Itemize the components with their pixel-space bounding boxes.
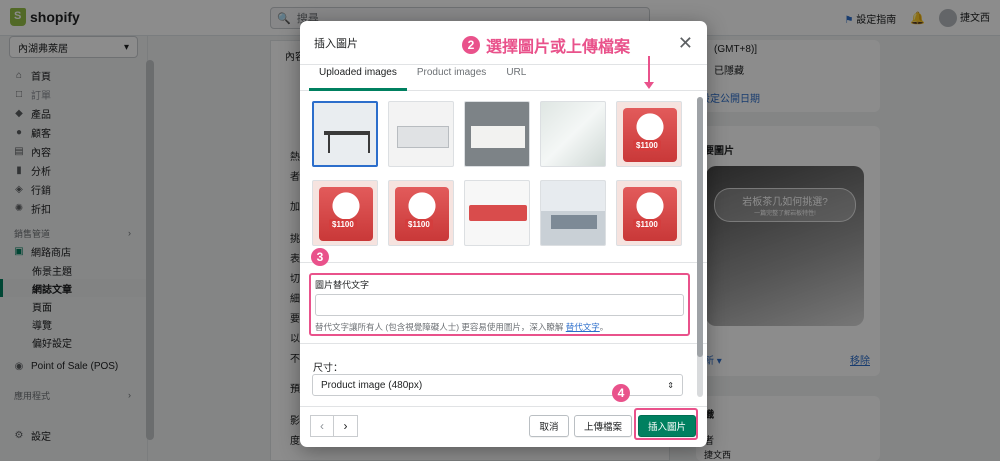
alt-text-section: 圖片替代文字 替代文字讓所有人 (包含視覺障礙人士) 更容易使用圖片，深入瞭解 … bbox=[309, 273, 690, 336]
next-page-button[interactable]: › bbox=[334, 415, 358, 437]
image-banner[interactable] bbox=[464, 180, 530, 246]
step-4-badge: 4 bbox=[612, 384, 630, 402]
upload-file-button[interactable]: 上傳檔案 bbox=[574, 415, 632, 437]
modal-scrollbar[interactable] bbox=[697, 97, 703, 397]
image-wood-cabinet[interactable] bbox=[464, 101, 530, 167]
size-label: 尺寸： bbox=[313, 363, 343, 374]
image-white-cabinet[interactable] bbox=[388, 101, 454, 167]
alt-text-input[interactable] bbox=[315, 294, 684, 316]
image-tea-table[interactable] bbox=[312, 101, 378, 167]
alt-text-label: 圖片替代文字 bbox=[315, 280, 370, 290]
image-promo-3[interactable] bbox=[388, 180, 454, 246]
image-grid bbox=[312, 101, 682, 246]
alt-help-suffix: 。 bbox=[599, 322, 609, 332]
image-room[interactable] bbox=[540, 180, 606, 246]
step-4-highlight bbox=[634, 408, 698, 440]
step-2-annotation: 2 選擇圖片或上傳檔案 bbox=[462, 33, 630, 57]
tab-product-images[interactable]: Product images bbox=[407, 65, 496, 91]
tab-uploaded-images[interactable]: Uploaded images bbox=[309, 65, 407, 91]
divider bbox=[300, 262, 707, 263]
image-promo-1[interactable] bbox=[616, 101, 682, 167]
alt-help-text: 替代文字讓所有人 (包含視覺障礙人士) 更容易使用圖片，深入瞭解 bbox=[315, 322, 564, 332]
divider bbox=[300, 343, 707, 344]
cancel-button[interactable]: 取消 bbox=[529, 415, 569, 437]
select-arrows-icon: ⇕ bbox=[667, 380, 674, 390]
step-2-arrow bbox=[644, 56, 654, 89]
close-icon[interactable]: ✕ bbox=[678, 34, 693, 52]
step-3-badge: 3 bbox=[311, 248, 329, 266]
pagination: ‹ › bbox=[310, 415, 358, 437]
alt-text-learn-more-link[interactable]: 替代文字 bbox=[566, 322, 600, 332]
image-promo-2[interactable] bbox=[312, 180, 378, 246]
size-value: Product image (480px) bbox=[321, 379, 423, 391]
modal-title: 插入圖片 bbox=[314, 37, 358, 50]
step-2-badge: 2 bbox=[462, 36, 480, 54]
tab-url[interactable]: URL bbox=[496, 65, 536, 91]
image-marble[interactable] bbox=[540, 101, 606, 167]
image-promo-4[interactable] bbox=[616, 180, 682, 246]
prev-page-button[interactable]: ‹ bbox=[310, 415, 334, 437]
step-2-text: 選擇圖片或上傳檔案 bbox=[486, 39, 631, 56]
alt-text-help: 替代文字讓所有人 (包含視覺障礙人士) 更容易使用圖片，深入瞭解 替代文字。 bbox=[315, 321, 684, 333]
